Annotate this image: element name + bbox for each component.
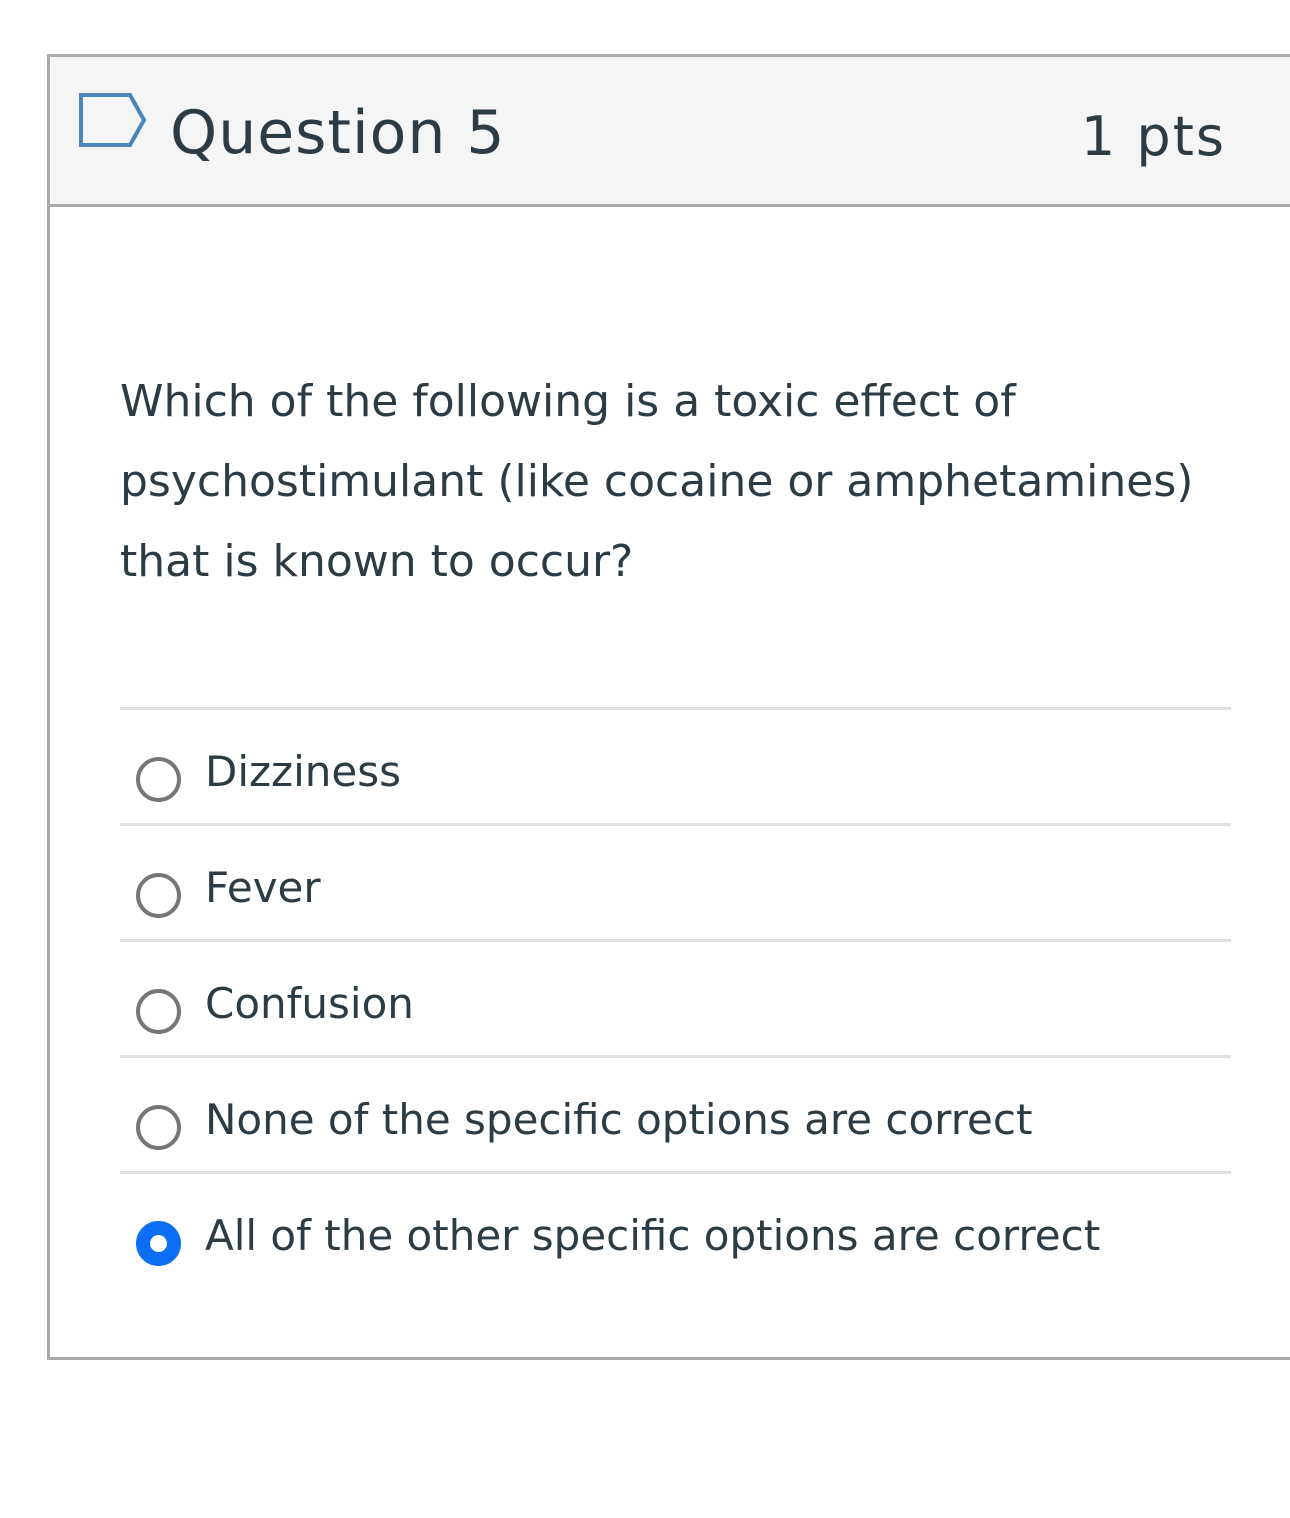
flag-question-icon[interactable]	[78, 92, 148, 148]
question-card: Question 5 1 pts Which of the following …	[47, 54, 1290, 1360]
answer-option-confusion[interactable]: Confusion	[120, 939, 1231, 1055]
radio-button[interactable]	[136, 989, 181, 1034]
answer-label: Dizziness	[205, 747, 401, 796]
answer-label: None of the specific options are correct	[205, 1095, 1033, 1144]
answer-option-dizziness[interactable]: Dizziness	[120, 707, 1231, 823]
radio-button[interactable]	[136, 1105, 181, 1150]
answer-label: Confusion	[205, 979, 414, 1028]
question-text: Which of the following is a toxic effect…	[120, 376, 1194, 587]
answer-option-fever[interactable]: Fever	[120, 823, 1231, 939]
question-header: Question 5 1 pts	[50, 57, 1290, 207]
answer-label: Fever	[205, 863, 321, 912]
question-points: 1 pts	[1080, 105, 1226, 168]
question-title: Question 5	[170, 98, 506, 168]
answer-list: Dizziness Fever Confusion None of the sp…	[120, 707, 1231, 1287]
answer-label: All of the other specific options are co…	[205, 1211, 1101, 1260]
answer-option-all[interactable]: All of the other specific options are co…	[120, 1171, 1231, 1287]
radio-button[interactable]	[136, 757, 181, 802]
radio-button[interactable]	[136, 873, 181, 918]
answer-option-none[interactable]: None of the specific options are correct	[120, 1055, 1231, 1171]
radio-button-selected[interactable]	[136, 1221, 181, 1266]
